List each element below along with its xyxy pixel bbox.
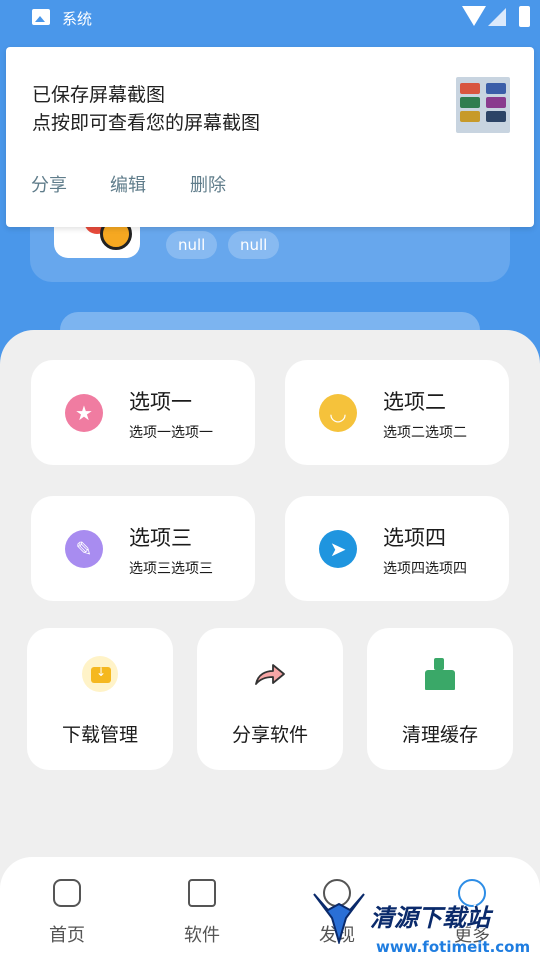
watermark-url: www.fotimeit.com: [376, 938, 531, 956]
nav-label: 首页: [49, 925, 85, 946]
tool-label: 分享软件: [231, 724, 308, 746]
download-manager-button[interactable]: 下载管理: [27, 628, 173, 770]
share-arrow-icon: [252, 656, 288, 692]
option-card-1[interactable]: ★ 选项一 选项一选项一: [31, 360, 255, 465]
screenshot-notification[interactable]: 已保存屏幕截图 点按即可查看您的屏幕截图 分享 编辑 删除: [6, 47, 534, 227]
screenshot-thumbnail[interactable]: [456, 77, 510, 133]
share-app-button[interactable]: 分享软件: [197, 628, 343, 770]
wifi-icon: [462, 6, 486, 26]
cube-icon: [188, 879, 216, 907]
option-card-2[interactable]: ◡ 选项二 选项二选项二: [285, 360, 509, 465]
tool-label: 清理缓存: [401, 724, 478, 746]
gallery-icon: [32, 9, 50, 25]
home-icon: [53, 879, 81, 907]
notification-subtitle: 点按即可查看您的屏幕截图: [32, 112, 261, 134]
star-icon: ★: [65, 394, 103, 432]
notification-title: 已保存屏幕截图: [32, 84, 166, 106]
note-edit-icon: ✎: [65, 530, 103, 568]
option-card-3[interactable]: ✎ 选项三 选项三选项三: [31, 496, 255, 601]
download-folder-icon: [82, 656, 118, 692]
option-subtitle: 选项二选项二: [383, 425, 467, 441]
status-bar: 系统: [0, 0, 540, 36]
signal-icon: [488, 8, 506, 26]
nav-label: 软件: [184, 925, 220, 946]
option-title: 选项三: [129, 526, 192, 550]
option-subtitle: 选项四选项四: [383, 561, 467, 577]
option-title: 选项二: [383, 390, 446, 414]
status-app-label: 系统: [62, 10, 93, 28]
profile-chip: null: [228, 231, 280, 259]
battery-icon: [519, 6, 530, 27]
option-card-4[interactable]: ➤ 选项四 选项四选项四: [285, 496, 509, 601]
option-subtitle: 选项三选项三: [129, 561, 213, 577]
option-title: 选项一: [129, 390, 192, 414]
tool-label: 下载管理: [61, 724, 138, 746]
nav-home[interactable]: 首页: [27, 879, 107, 947]
watermark-logo-icon: [313, 893, 365, 944]
delete-action[interactable]: 删除: [190, 171, 226, 197]
option-subtitle: 选项一选项一: [129, 425, 213, 441]
clear-cache-button[interactable]: 清理缓存: [367, 628, 513, 770]
send-plane-icon: ➤: [319, 530, 357, 568]
broom-icon: [422, 656, 458, 692]
share-action[interactable]: 分享: [31, 171, 67, 197]
edit-action[interactable]: 编辑: [110, 171, 146, 197]
profile-chip: null: [166, 231, 218, 259]
option-title: 选项四: [383, 526, 446, 550]
nav-software[interactable]: 软件: [162, 879, 242, 947]
watermark: 清源下载站 www.fotimeit.com: [310, 886, 530, 960]
chat-bubble-icon: ◡: [319, 394, 357, 432]
watermark-name: 清源下载站: [370, 904, 490, 932]
